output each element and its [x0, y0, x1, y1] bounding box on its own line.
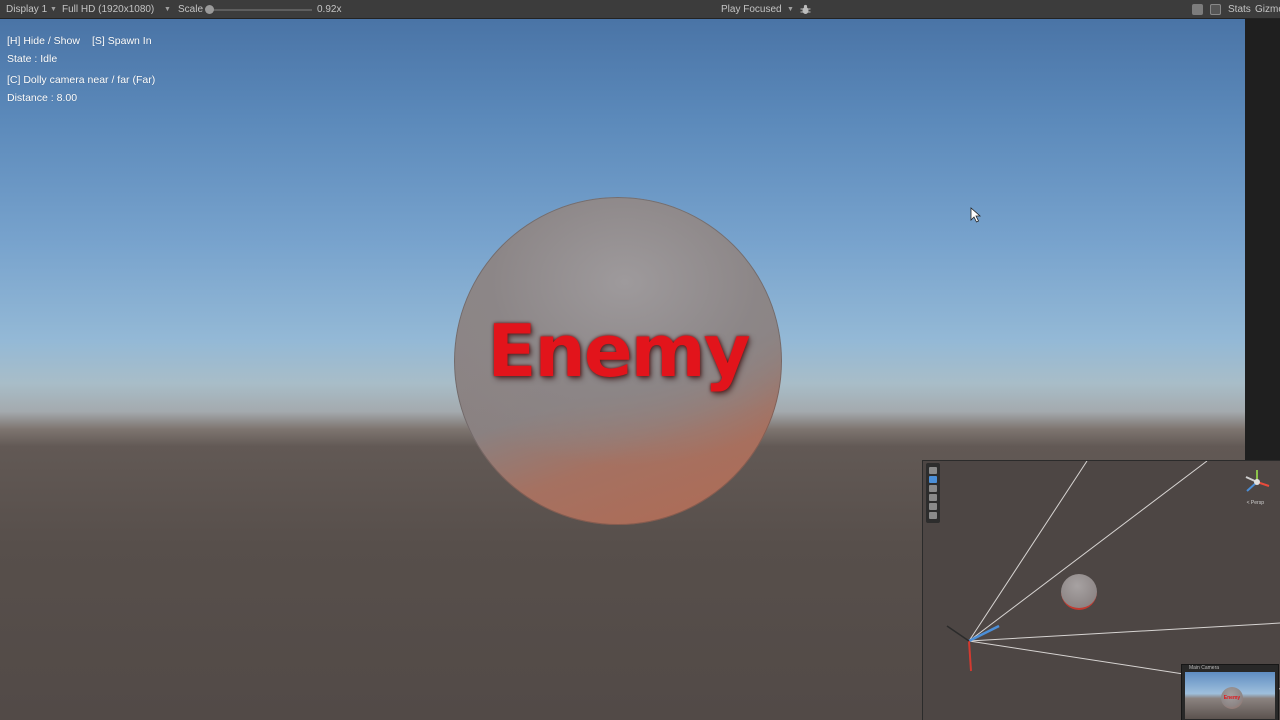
camera-preview-enemy-label: Enemy: [1223, 695, 1241, 701]
move-tool-icon[interactable]: [929, 476, 937, 483]
scale-label: Scale: [178, 4, 204, 15]
persp-label[interactable]: < Persp: [1247, 500, 1264, 506]
rect-tool-icon[interactable]: [929, 503, 937, 510]
hand-tool-icon[interactable]: [929, 467, 937, 474]
camera-preview: Main Camera Enemy: [1181, 664, 1279, 720]
enemy-sphere-scene[interactable]: [1061, 574, 1097, 610]
hud-hide-show: [H] Hide / Show: [7, 35, 80, 47]
hud-spawn-in: [S] Spawn In: [92, 35, 152, 47]
camera-preview-image: Enemy: [1185, 672, 1275, 719]
camera-preview-title: Main Camera: [1189, 665, 1220, 671]
play-mode-dropdown[interactable]: Play Focused: [721, 0, 782, 19]
game-view-toolbar: Display 1 ▼ Full HD (1920x1080) ▼ Scale …: [0, 0, 1280, 19]
stats-icon[interactable]: [1210, 4, 1221, 15]
scene-tools-palette: [926, 463, 940, 523]
scale-tool-icon[interactable]: [929, 494, 937, 501]
scale-slider-track[interactable]: [210, 9, 312, 11]
display-dropdown[interactable]: Display 1: [6, 0, 47, 19]
enemy-label: Enemy: [487, 309, 750, 393]
scene-view-window[interactable]: < Persp Main Camera Enemy: [922, 460, 1280, 720]
unity-game-view: Display 1 ▼ Full HD (1920x1080) ▼ Scale …: [0, 0, 1280, 720]
scale-value: 0.92x: [317, 4, 342, 15]
axis-gizmo-icon[interactable]: [1242, 467, 1272, 497]
hud-state: State : Idle: [7, 53, 58, 65]
camera-preview-sphere: Enemy: [1221, 687, 1243, 709]
mouse-cursor-icon: [970, 207, 982, 223]
gizmos-button[interactable]: Gizmo: [1255, 0, 1280, 19]
stats-button[interactable]: Stats: [1228, 0, 1251, 19]
rotate-tool-icon[interactable]: [929, 485, 937, 492]
hud-distance: Distance : 8.00: [7, 92, 78, 104]
chevron-down-icon[interactable]: ▼: [164, 0, 171, 19]
speaker-icon[interactable]: [1192, 4, 1203, 15]
resolution-dropdown[interactable]: Full HD (1920x1080): [62, 0, 154, 19]
chevron-down-icon[interactable]: ▼: [50, 0, 57, 19]
enemy-sphere: Enemy: [454, 197, 782, 525]
scale-slider-handle[interactable]: [205, 5, 214, 14]
hud-dolly-camera: [C] Dolly camera near / far (Far): [7, 74, 156, 86]
chevron-down-icon[interactable]: ▼: [787, 0, 794, 19]
bug-icon[interactable]: [800, 4, 811, 15]
transform-tool-icon[interactable]: [929, 512, 937, 519]
